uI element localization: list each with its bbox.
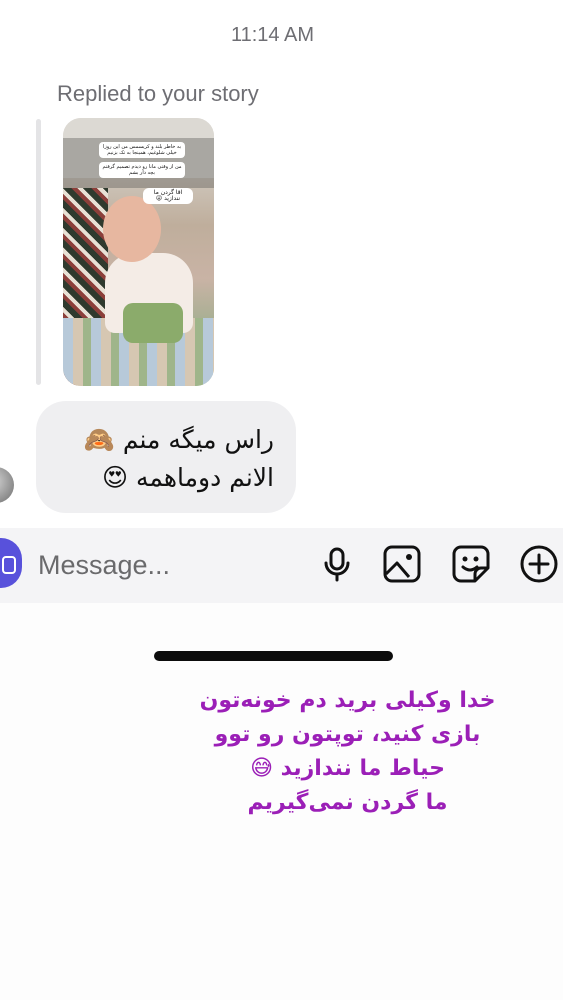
camera-icon	[2, 556, 16, 574]
story-thumbnail[interactable]: به خاطر بلند و کریسمس من این روزا خیلی ش…	[63, 118, 214, 386]
reply-context-label: Replied to your story	[57, 81, 259, 106]
message-composer	[0, 528, 563, 603]
caption-line-3: حیاط ما نندازید 😅	[250, 756, 445, 781]
caption-line-2: بازی کنید، توپتون رو توو	[214, 722, 481, 747]
photo-baby-pants	[123, 303, 183, 343]
camera-button[interactable]	[0, 538, 22, 588]
message-timestamp: 11:14 AM	[230, 24, 315, 46]
caption-line-1: خدا وکیلی برید دم خونه‌تون	[199, 688, 496, 713]
microphone-icon[interactable]	[317, 544, 357, 584]
message-input[interactable]	[36, 546, 300, 584]
message-bubble[interactable]: راس میگه منم 🙈 الانم دوماهمه 😍	[36, 401, 296, 513]
plus-icon[interactable]	[519, 544, 559, 584]
sticker-icon[interactable]	[451, 544, 491, 584]
story-sticker-1: به خاطر بلند و کریسمس من این روزا خیلی ش…	[99, 142, 185, 158]
reply-quote-bar	[36, 119, 41, 385]
sender-avatar[interactable]	[0, 467, 14, 503]
story-sticker-2: من از وقتی مانا رو دیدم تصمیم گرفتم بچه …	[99, 162, 185, 178]
caption-line-4: ما گردن نمی‌گیریم	[247, 790, 448, 815]
photo-baby-head	[103, 196, 161, 262]
message-line-2: الانم دوماهمه 😍	[101, 463, 274, 492]
overlay-caption: خدا وکیلی برید دم خونه‌تون بازی کنید، تو…	[170, 684, 525, 820]
gallery-icon[interactable]	[382, 544, 422, 584]
story-sticker-3: اقا گردن ما نندازید 😜	[143, 188, 193, 204]
message-line-1: راس میگه منم 🙈	[83, 425, 274, 454]
home-indicator[interactable]	[154, 651, 393, 661]
